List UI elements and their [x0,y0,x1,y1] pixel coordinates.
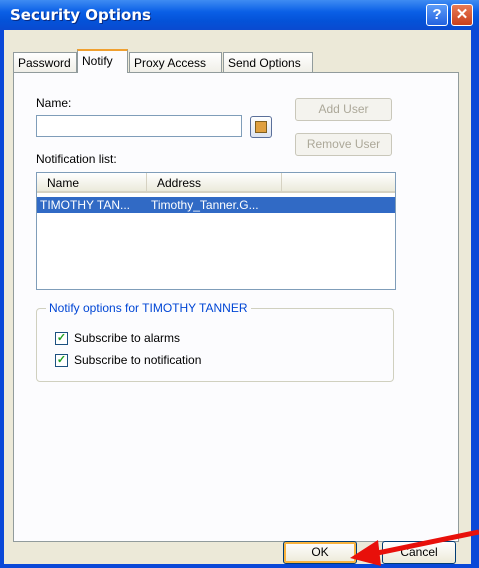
tab-proxy-access[interactable]: Proxy Access [129,52,222,72]
address-book-icon[interactable] [250,116,272,138]
add-user-button[interactable]: Add User [295,98,392,121]
name-label: Name: [36,96,72,110]
ok-button[interactable]: OK [283,541,357,564]
column-header-address[interactable]: Address [147,173,282,193]
tab-notify[interactable]: Notify [77,49,128,73]
window-title: Security Options [10,6,151,24]
help-button[interactable]: ? [426,4,448,26]
title-bar[interactable]: Security Options ? ✕ [0,0,479,30]
notify-options-group [36,308,394,382]
cancel-button[interactable]: Cancel [382,541,456,564]
subscribe-notification-label[interactable]: Subscribe to notification [74,353,201,367]
tab-password[interactable]: Password [13,52,77,72]
subscribe-alarms-label[interactable]: Subscribe to alarms [74,331,180,345]
dialog-client-area: Password Notify Proxy Access Send Option… [4,30,471,564]
row-name: TIMOTHY TAN... [40,198,131,212]
subscribe-notification-checkbox[interactable]: ✓ [55,354,68,367]
name-input[interactable] [36,115,242,137]
subscribe-alarms-checkbox[interactable]: ✓ [55,332,68,345]
column-header-name[interactable]: Name [37,173,147,193]
dialog-window: Security Options ? ✕ Password Notify Pro… [0,0,479,568]
notify-options-legend: Notify options for TIMOTHY TANNER [46,301,251,315]
notification-list-label: Notification list: [36,152,117,166]
row-address: Timothy_Tanner.G... [151,198,259,212]
table-row[interactable]: TIMOTHY TAN... Timothy_Tanner.G... [37,197,395,213]
column-header-filler [282,173,395,193]
tab-send-options[interactable]: Send Options [223,52,313,72]
notification-list[interactable]: Name Address TIMOTHY TAN... Timothy_Tann… [36,172,396,290]
close-button[interactable]: ✕ [451,4,473,26]
remove-user-button[interactable]: Remove User [295,133,392,156]
